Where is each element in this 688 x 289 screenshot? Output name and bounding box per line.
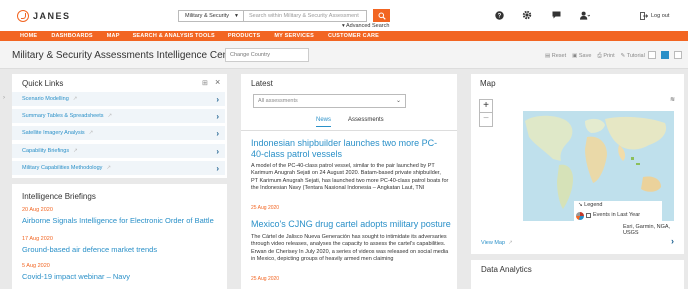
latest-title: Latest: [251, 79, 273, 88]
external-link-icon: ↗: [106, 165, 112, 171]
external-link-icon: ↗: [107, 113, 113, 119]
quick-link-item[interactable]: Military Capabilities Methodology ↗ ›: [12, 161, 225, 176]
nav-my-services[interactable]: MY SERVICES: [274, 33, 314, 39]
chevron-right-icon: ›: [216, 129, 219, 138]
latest-card: Latest All assessments ⌄ News Assessment…: [241, 74, 457, 289]
news-summary: The Cártel de Jalisco Nueva Generación h…: [251, 234, 449, 262]
svg-text:?: ?: [497, 13, 501, 19]
briefing-link[interactable]: Ground-based air defence market trends: [22, 245, 157, 254]
data-analytics-card: Data Analytics: [471, 260, 684, 289]
external-link-icon: ↗: [73, 148, 78, 154]
zoom-control: + −: [479, 99, 493, 127]
change-country-select[interactable]: Change Country: [225, 48, 309, 62]
news-date: 25 Aug 2020: [251, 205, 280, 211]
pin-icon[interactable]: ⊞: [202, 79, 208, 87]
tab-assessments[interactable]: Assessments: [348, 117, 384, 123]
chevron-right-icon: ›: [216, 147, 219, 156]
pie-chart-icon: [576, 211, 584, 220]
print-button[interactable]: ⎙ Print: [597, 53, 614, 60]
external-link-icon: ↗: [88, 130, 94, 136]
news-headline[interactable]: Mexico's CJNG drug cartel adopts militar…: [251, 219, 451, 230]
external-link-icon: ↗: [508, 240, 513, 246]
page-title: Military & Security Assessments Intellig…: [12, 50, 240, 61]
save-button[interactable]: ▣ Save: [572, 53, 591, 60]
quick-link-item[interactable]: Satellite Imagery Analysis ↗ ›: [12, 126, 225, 141]
briefing-link[interactable]: Airborne Signals Intelligence for Electr…: [22, 216, 214, 225]
gear-icon[interactable]: [522, 10, 532, 20]
chevron-right-icon: ›: [216, 112, 219, 121]
layout-three-column-icon[interactable]: [674, 51, 682, 59]
nav-dashboards[interactable]: DASHBOARDS: [51, 33, 92, 39]
janes-logo-icon: [17, 10, 29, 22]
map-legend-layer[interactable]: Events in Last Year: [574, 210, 662, 221]
briefing-link[interactable]: Covid-19 impact webinar – Navy: [22, 272, 130, 281]
save-icon: ▣: [572, 53, 579, 59]
tabs-divider: [241, 130, 457, 131]
map-card: Map ≋ + − ↘ Legend Events in Last Year E…: [471, 74, 684, 254]
layers-icon[interactable]: ≋: [670, 96, 675, 103]
zoom-out-icon[interactable]: −: [480, 113, 492, 126]
chevron-right-icon: ›: [216, 164, 219, 173]
chevron-down-icon: ▼: [234, 13, 239, 19]
chevron-right-icon: ›: [216, 95, 219, 104]
quick-link-item[interactable]: Summary Tables & Spreadsheets ↗ ›: [12, 109, 225, 124]
news-date: 25 Aug 2020: [251, 276, 280, 282]
tab-news[interactable]: News: [316, 117, 332, 127]
collapse-arrow-icon[interactable]: ›: [3, 95, 5, 101]
external-link-icon: ↗: [72, 96, 78, 102]
map-legend-toggle[interactable]: ↘ Legend: [574, 201, 662, 210]
top-bar: JANES Military & Security ▼ Search withi…: [0, 0, 688, 31]
chevron-down-icon: ⌄: [395, 98, 401, 104]
nav-map[interactable]: MAP: [107, 33, 120, 39]
quick-link-item[interactable]: Scenario Modelling ↗ ›: [12, 92, 225, 107]
briefing-date: 5 Aug 2020: [22, 263, 50, 269]
map-title: Map: [480, 79, 496, 88]
nav-products[interactable]: PRODUCTS: [228, 33, 260, 39]
news-summary: A model of the PC-40-class patrol vessel…: [251, 163, 449, 191]
map-attribution: Esri, Garmin, NGA, USGS: [623, 224, 671, 236]
logout-icon: [640, 12, 648, 20]
nav-customer-care[interactable]: CUSTOMER CARE: [328, 33, 379, 39]
nav-search-analysis-tools[interactable]: SEARCH & ANALYSIS TOOLS: [133, 33, 215, 39]
zoom-in-icon[interactable]: +: [480, 100, 492, 113]
briefings-title: Intelligence Briefings: [22, 192, 96, 201]
quick-link-item[interactable]: Capability Briefings ↗ ›: [12, 144, 225, 159]
tutorial-button[interactable]: ✎ Tutorial: [621, 53, 645, 60]
search-icon: [378, 12, 386, 20]
chevron-right-icon[interactable]: ›: [671, 236, 674, 246]
briefing-date: 20 Aug 2020: [22, 207, 53, 213]
reset-button[interactable]: ▤ Reset: [545, 53, 566, 60]
advanced-search-link[interactable]: ▾ Advanced Search: [342, 23, 389, 29]
page-header: Military & Security Assessments Intellig…: [0, 41, 688, 69]
quick-links-title: Quick Links: [22, 79, 64, 88]
close-icon[interactable]: ×: [215, 77, 220, 87]
logout-button[interactable]: Log out: [640, 12, 669, 20]
news-headline[interactable]: Indonesian shipbuilder launches two more…: [251, 138, 446, 160]
search-button[interactable]: [373, 9, 390, 22]
nav-home[interactable]: HOME: [20, 33, 37, 39]
page-tools: ▤ Reset ▣ Save ⎙ Print ✎ Tutorial: [545, 53, 645, 60]
main-nav: HOME DASHBOARDS MAP SEARCH & ANALYSIS TO…: [0, 31, 688, 41]
layout-two-column-icon[interactable]: [661, 51, 669, 59]
layer-checkbox[interactable]: [586, 213, 591, 218]
briefing-date: 17 Aug 2020: [22, 236, 53, 242]
search-input[interactable]: Search within Military & Security Assess…: [244, 10, 367, 22]
view-map-link[interactable]: View Map ↗: [481, 240, 513, 246]
help-icon[interactable]: ?: [494, 10, 504, 20]
search-scope-select[interactable]: Military & Security ▼: [178, 10, 244, 22]
janes-logo[interactable]: JANES: [17, 10, 71, 22]
user-icon[interactable]: [580, 10, 590, 20]
layout-one-column-icon[interactable]: [648, 51, 656, 59]
assessments-filter-select[interactable]: All assessments ⌄: [253, 94, 406, 108]
chat-icon[interactable]: [551, 10, 561, 20]
data-analytics-title: Data Analytics: [481, 265, 532, 274]
reset-icon: ▤: [545, 53, 552, 59]
